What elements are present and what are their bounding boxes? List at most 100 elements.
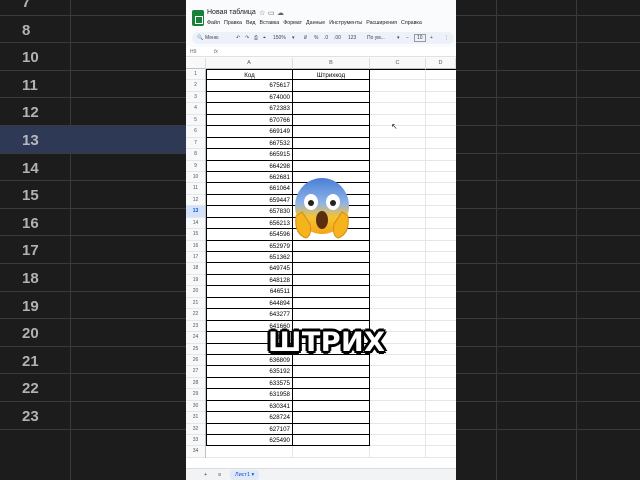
code-cell[interactable]: 674000 (206, 91, 293, 104)
row-header[interactable]: 14 (186, 218, 205, 230)
row-header[interactable]: 16 (186, 241, 205, 252)
menu-item[interactable]: Расширения (366, 20, 397, 26)
code-cell[interactable]: 675617 (206, 80, 293, 92)
font-size-input[interactable]: 10 (414, 34, 426, 42)
code-cell[interactable]: 651362 (206, 252, 293, 264)
barcode-cell[interactable] (293, 366, 370, 378)
row-header[interactable]: 26 (186, 355, 205, 367)
barcode-cell[interactable] (293, 160, 370, 172)
barcode-cell[interactable] (293, 400, 370, 413)
row-header[interactable]: 19 (186, 275, 205, 287)
empty-cell[interactable] (370, 137, 426, 150)
empty-cell[interactable] (426, 103, 456, 115)
empty-cell[interactable] (370, 446, 426, 458)
menu-item[interactable]: Файл (207, 20, 220, 26)
paint-format-icon[interactable]: ⌖ (263, 35, 266, 41)
move-folder-icon[interactable]: ▭ (268, 9, 275, 17)
empty-cell[interactable] (426, 263, 456, 275)
row-header[interactable]: 25 (186, 344, 205, 355)
empty-cell[interactable] (426, 218, 456, 230)
row-header[interactable]: 17 (186, 252, 205, 264)
zoom-select[interactable]: 150% (273, 35, 286, 41)
header-cell-barcode[interactable]: Штрихкод (293, 69, 370, 81)
chevron-down-icon[interactable]: ▾ (397, 35, 400, 41)
empty-cell[interactable] (370, 286, 426, 298)
code-cell[interactable]: 644894 (206, 297, 293, 310)
empty-cell[interactable] (426, 69, 456, 81)
empty-cell[interactable] (370, 194, 426, 207)
empty-cell[interactable] (370, 160, 426, 172)
empty-cell[interactable] (370, 400, 426, 413)
sheet-tab[interactable]: Лист1 ▾ (230, 470, 260, 480)
barcode-cell[interactable] (293, 435, 370, 447)
code-cell[interactable]: 672383 (206, 103, 293, 115)
column-header-b[interactable]: B (293, 58, 370, 69)
more-icon[interactable]: ⋮ (444, 35, 449, 41)
empty-cell[interactable] (426, 138, 456, 150)
decrease-decimal-button[interactable]: .0 (324, 35, 328, 41)
code-cell[interactable]: 662681 (206, 171, 293, 184)
row-header[interactable]: 27 (186, 366, 205, 378)
empty-cell[interactable] (426, 435, 456, 447)
barcode-cell[interactable] (293, 240, 370, 252)
name-box[interactable]: H9 (190, 49, 196, 55)
code-cell[interactable]: 635192 (206, 366, 293, 378)
undo-icon[interactable]: ↶ (236, 35, 240, 41)
empty-cell[interactable] (426, 378, 456, 390)
column-header-d[interactable]: D (426, 58, 456, 69)
barcode-cell[interactable] (293, 149, 370, 161)
barcode-cell[interactable] (293, 103, 370, 115)
row-header[interactable]: 13 (186, 206, 205, 218)
row-header[interactable]: 2 (186, 80, 205, 92)
row-header[interactable]: 31 (186, 412, 205, 424)
code-cell[interactable]: 627107 (206, 423, 293, 435)
print-icon[interactable]: ⎙ (254, 35, 258, 41)
row-header[interactable]: 18 (186, 263, 205, 275)
menu-item[interactable]: Вставка (260, 20, 280, 26)
menu-item[interactable]: Инструменты (329, 20, 362, 26)
empty-cell[interactable] (370, 263, 426, 275)
empty-cell[interactable] (426, 172, 456, 184)
empty-cell[interactable] (426, 161, 456, 172)
menu-item[interactable]: Вид (246, 20, 256, 26)
code-cell[interactable]: 643277 (206, 309, 293, 321)
empty-cell[interactable] (426, 286, 456, 298)
empty-cell[interactable] (370, 389, 426, 401)
empty-cell[interactable] (370, 149, 426, 161)
barcode-cell[interactable] (293, 286, 370, 298)
menu-item[interactable]: Формат (283, 20, 302, 26)
empty-cell[interactable] (426, 446, 456, 458)
font-size-decrease[interactable]: − (406, 35, 409, 41)
sheets-logo-icon[interactable] (192, 10, 204, 26)
empty-cell[interactable] (370, 69, 426, 81)
empty-cell[interactable] (426, 344, 456, 355)
empty-cell[interactable] (370, 252, 426, 264)
empty-cell[interactable] (426, 149, 456, 161)
search-icon[interactable]: 🔍 (197, 35, 203, 41)
menu-item[interactable]: Справка (401, 20, 422, 26)
row-header[interactable]: 3 (186, 92, 205, 104)
code-cell[interactable]: 648128 (206, 274, 293, 287)
empty-cell[interactable] (370, 206, 426, 218)
row-header[interactable]: 4 (186, 103, 205, 115)
row-header[interactable]: 34 (186, 446, 205, 458)
empty-cell[interactable] (206, 446, 293, 458)
row-header[interactable]: 8 (186, 149, 205, 161)
row-header[interactable]: 28 (186, 378, 205, 390)
row-header[interactable]: 10 (186, 172, 205, 184)
empty-cell[interactable] (370, 274, 426, 287)
code-cell[interactable]: 631958 (206, 389, 293, 401)
currency-button[interactable]: ₽ (304, 35, 307, 41)
empty-cell[interactable] (370, 183, 426, 195)
empty-cell[interactable] (370, 217, 426, 230)
all-sheets-button[interactable]: ≡ (218, 472, 221, 478)
add-sheet-button[interactable]: + (204, 472, 207, 478)
empty-cell[interactable] (426, 80, 456, 92)
row-header[interactable]: 24 (186, 332, 205, 344)
barcode-cell[interactable] (293, 263, 370, 275)
barcode-cell[interactable] (293, 126, 370, 138)
empty-cell[interactable] (426, 355, 456, 367)
barcode-cell[interactable] (293, 252, 370, 264)
header-cell-code[interactable]: Код (206, 69, 293, 81)
empty-cell[interactable] (426, 298, 456, 310)
